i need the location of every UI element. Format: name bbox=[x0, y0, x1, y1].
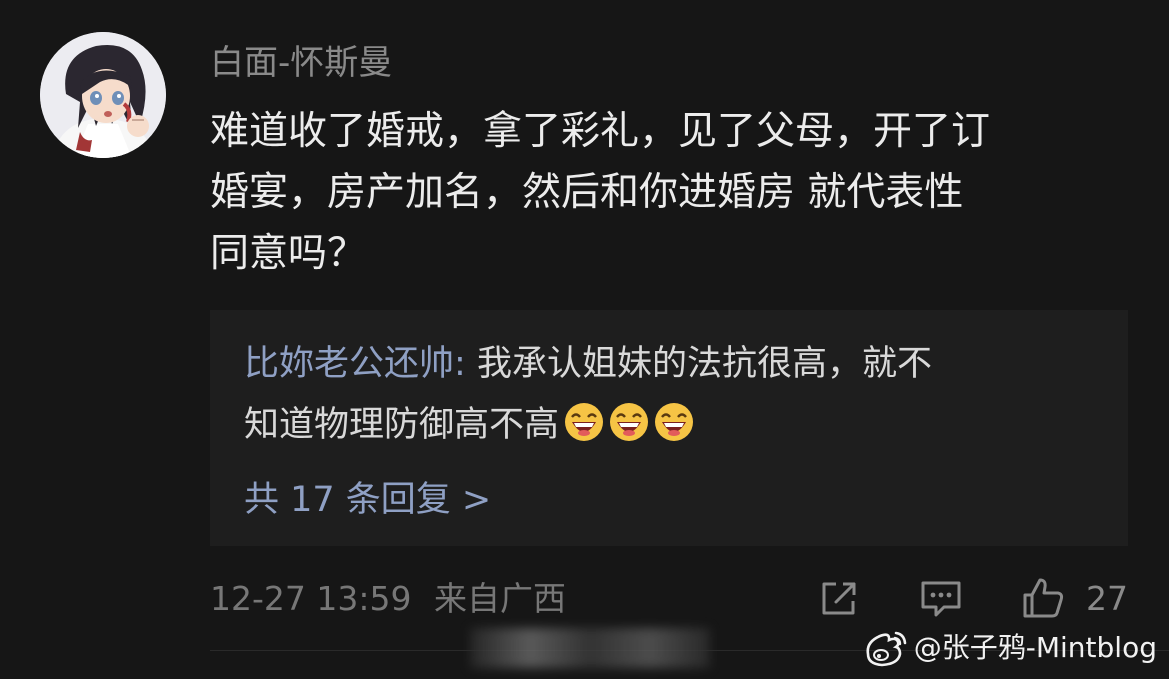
watermark: @张子鸦-Mintblog bbox=[862, 628, 1157, 668]
comment-text-line: 同意吗？ bbox=[210, 231, 367, 276]
comment-text: 难道收了婚戒，拿了彩礼，见了父母，开了订 婚宴，房产加名，然后和你进婚房 就代表… bbox=[210, 101, 1140, 284]
comment-text-line: 难道收了婚戒，拿了彩礼，见了父母，开了订 bbox=[210, 109, 991, 154]
location: 来自广西 bbox=[433, 579, 566, 618]
reply-separator: : bbox=[454, 344, 477, 384]
comment-card: 白面-怀斯曼 难道收了婚戒，拿了彩礼，见了父母，开了订 婚宴，房产加名，然后和你… bbox=[0, 0, 1169, 679]
reply-line: 比妳老公还帅: 我承认姐妹的法抗很高，就不 bbox=[244, 334, 1104, 395]
laughing-emoji-icon bbox=[565, 403, 604, 441]
laughing-emoji-icon bbox=[655, 403, 694, 441]
reply-line: 知道物理防御高不高 bbox=[244, 395, 1104, 456]
comment-icon[interactable] bbox=[918, 575, 964, 621]
blurred-region bbox=[470, 628, 710, 668]
avatar[interactable] bbox=[40, 32, 166, 158]
reply-author[interactable]: 比妳老公还帅 bbox=[244, 344, 454, 384]
laughing-emoji-icon bbox=[610, 403, 649, 441]
reply-body: 我承认姐妹的法抗很高，就不 bbox=[476, 344, 932, 384]
comment-text-line: 婚宴，房产加名，然后和你进婚房 就代表性 bbox=[210, 170, 964, 215]
comment-username[interactable]: 白面-怀斯曼 bbox=[210, 40, 392, 86]
weibo-logo-icon bbox=[866, 631, 907, 667]
view-all-replies-link[interactable]: 共 17 条回复 > bbox=[244, 476, 491, 524]
share-icon[interactable] bbox=[816, 575, 862, 621]
watermark-text: @张子鸦-Mintblog bbox=[913, 631, 1157, 664]
comment-meta: 12-27 13:59 来自广西 bbox=[210, 576, 566, 622]
reply-text: 比妳老公还帅: 我承认姐妹的法抗很高，就不 知道物理防御高不高 bbox=[244, 334, 1104, 456]
timestamp: 12-27 13:59 bbox=[210, 579, 412, 618]
reply-preview[interactable]: 比妳老公还帅: 我承认姐妹的法抗很高，就不 知道物理防御高不高 共 17 条回复… bbox=[210, 310, 1128, 546]
reply-body: 知道物理防御高不高 bbox=[244, 405, 560, 445]
avatar-image bbox=[40, 32, 166, 158]
thumbs-up-icon[interactable] bbox=[1020, 575, 1066, 621]
like-count: 27 bbox=[1086, 579, 1128, 618]
